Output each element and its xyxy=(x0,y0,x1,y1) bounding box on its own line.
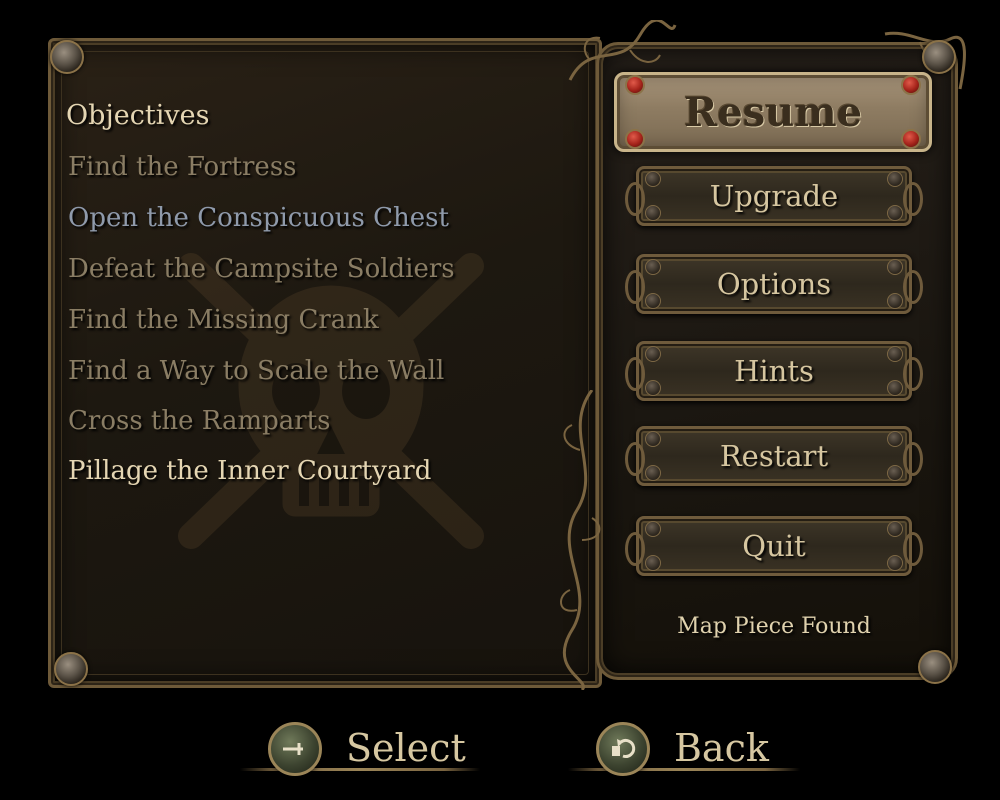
corner-knob xyxy=(922,40,956,74)
rivet-icon xyxy=(645,380,661,396)
select-prompt[interactable]: Select xyxy=(240,718,480,778)
rivet-icon xyxy=(887,205,903,221)
scroll-curl-icon xyxy=(625,182,645,216)
resume-button[interactable]: Resume xyxy=(614,72,932,152)
red-gem-icon xyxy=(901,75,921,95)
scroll-curl-icon xyxy=(903,357,923,391)
quit-button[interactable]: Quit xyxy=(625,516,923,576)
return-arrow-icon xyxy=(596,722,650,776)
rivet-icon xyxy=(887,380,903,396)
objective-item: Find the Missing Crank xyxy=(68,305,379,335)
rivet-icon xyxy=(887,431,903,447)
rivet-icon xyxy=(887,293,903,309)
back-label: Back xyxy=(674,726,769,770)
scroll-curl-icon xyxy=(903,270,923,304)
scroll-curl-icon xyxy=(625,442,645,476)
red-gem-icon xyxy=(901,129,921,149)
corner-knob xyxy=(50,40,84,74)
scroll-curl-icon xyxy=(625,532,645,566)
corner-knob xyxy=(54,652,88,686)
rivet-icon xyxy=(645,465,661,481)
objective-item: Find a Way to Scale the Wall xyxy=(68,356,445,386)
rivet-icon xyxy=(887,465,903,481)
sword-icon xyxy=(268,722,322,776)
upgrade-label: Upgrade xyxy=(709,179,839,213)
corner-knob xyxy=(918,650,952,684)
rivet-icon xyxy=(645,259,661,275)
rivet-icon xyxy=(887,521,903,537)
objective-item: Open the Conspicuous Chest xyxy=(68,203,449,233)
rivet-icon xyxy=(645,293,661,309)
scroll-curl-icon xyxy=(625,270,645,304)
rivet-icon xyxy=(645,555,661,571)
back-prompt[interactable]: Back xyxy=(568,718,808,778)
red-gem-icon xyxy=(625,75,645,95)
objective-item: Pillage the Inner Courtyard xyxy=(68,456,432,486)
hints-button[interactable]: Hints xyxy=(625,341,923,401)
rivet-icon xyxy=(645,205,661,221)
rivet-icon xyxy=(887,346,903,362)
select-label: Select xyxy=(346,726,466,770)
objective-item: Defeat the Campsite Soldiers xyxy=(68,254,455,284)
objective-item: Find the Fortress xyxy=(68,152,297,182)
map-piece-status: Map Piece Found xyxy=(677,614,871,639)
scroll-curl-icon xyxy=(625,357,645,391)
rivet-icon xyxy=(887,555,903,571)
scroll-curl-icon xyxy=(903,442,923,476)
hints-label: Hints xyxy=(734,354,814,388)
quit-label: Quit xyxy=(742,529,806,563)
restart-button[interactable]: Restart xyxy=(625,426,923,486)
options-button[interactable]: Options xyxy=(625,254,923,314)
upgrade-button[interactable]: Upgrade xyxy=(625,166,923,226)
scroll-curl-icon xyxy=(903,532,923,566)
rivet-icon xyxy=(887,259,903,275)
rivet-icon xyxy=(645,171,661,187)
objective-item: Cross the Ramparts xyxy=(68,406,331,436)
scroll-curl-icon xyxy=(903,182,923,216)
rivet-icon xyxy=(645,431,661,447)
red-gem-icon xyxy=(625,129,645,149)
rivet-icon xyxy=(645,346,661,362)
objectives-title: Objectives xyxy=(66,100,210,131)
restart-label: Restart xyxy=(719,439,829,473)
resume-label: Resume xyxy=(683,88,863,136)
rivet-icon xyxy=(887,171,903,187)
options-label: Options xyxy=(716,267,832,301)
rivet-icon xyxy=(645,521,661,537)
